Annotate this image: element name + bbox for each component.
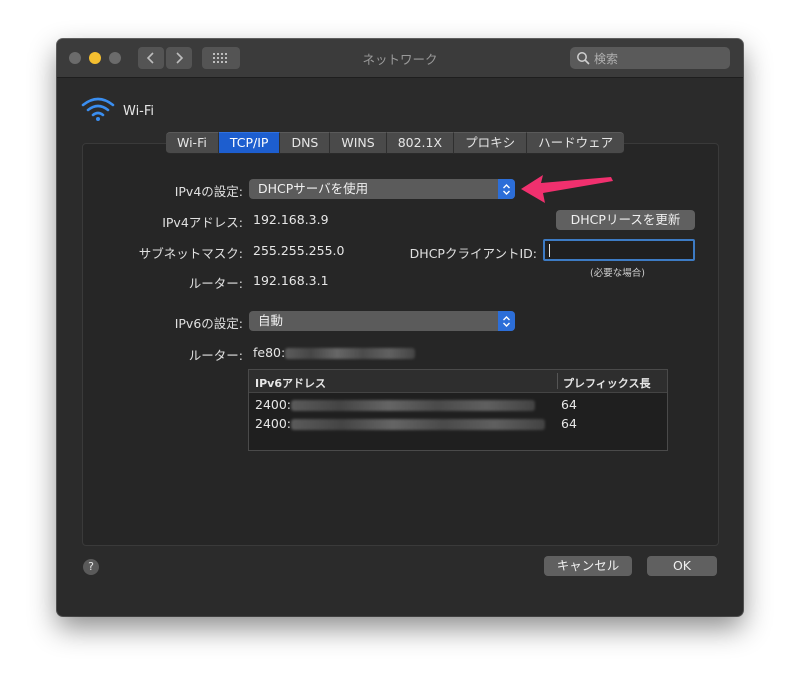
dhcp-client-id-field[interactable] xyxy=(543,239,695,261)
popup-arrows-icon xyxy=(498,311,515,331)
subnet-mask-label: サブネットマスク: xyxy=(138,246,243,261)
prefix-length-cell: 64 xyxy=(561,416,577,431)
redacted-ipv6-address xyxy=(291,400,535,411)
help-button[interactable]: ? xyxy=(83,559,99,575)
ipv6-address-cell: 2400: xyxy=(255,416,292,431)
ipv6-config-label: IPv6の設定: xyxy=(174,316,243,331)
redacted-router-address xyxy=(285,348,415,359)
ipv6-config-popup[interactable]: 自動 xyxy=(249,311,515,331)
table-row[interactable]: 2400: 64 xyxy=(249,396,667,414)
prefix-length-cell: 64 xyxy=(561,397,577,412)
text-cursor xyxy=(549,244,550,257)
title-bar: ネットワーク 検索 xyxy=(57,39,743,78)
ipv4-router-value: 192.168.3.1 xyxy=(253,273,329,288)
tab-dns[interactable]: DNS xyxy=(280,132,331,154)
ipv4-config-label: IPv4の設定: xyxy=(174,184,243,199)
ipv6-router-value: fe80: xyxy=(253,345,286,360)
table-row[interactable]: 2400: 64 xyxy=(249,415,667,433)
ipv4-router-label: ルーター: xyxy=(188,276,243,291)
network-preferences-window: ネットワーク 検索 Wi-Fi Wi-Fi TCP/IP DNS WINS 80… xyxy=(57,39,743,616)
ipv6-address-table: IPv6アドレス プレフィックス長 2400: 64 2400: 64 xyxy=(248,369,668,451)
redacted-ipv6-address xyxy=(291,419,545,430)
ipv4-address-value: 192.168.3.9 xyxy=(253,212,329,227)
search-field[interactable]: 検索 xyxy=(570,47,730,69)
tab-proxy[interactable]: プロキシ xyxy=(454,132,528,154)
tab-bar: Wi-Fi TCP/IP DNS WINS 802.1X プロキシ ハードウェア xyxy=(166,132,625,154)
column-header-ipv6-address[interactable]: IPv6アドレス xyxy=(255,375,326,391)
ipv4-config-popup[interactable]: DHCPサーバを使用 xyxy=(249,179,515,199)
subnet-mask-value: 255.255.255.0 xyxy=(253,243,345,258)
dhcp-client-id-label: DHCPクライアントID: xyxy=(409,246,537,261)
tab-hardware[interactable]: ハードウェア xyxy=(527,132,625,154)
search-placeholder: 検索 xyxy=(594,51,619,66)
ipv4-address-label: IPv4アドレス: xyxy=(162,215,243,230)
renew-dhcp-lease-button[interactable]: DHCPリースを更新 xyxy=(556,210,695,230)
interface-name: Wi-Fi xyxy=(123,104,155,119)
cancel-button[interactable]: キャンセル xyxy=(544,556,632,576)
popup-arrows-icon xyxy=(498,179,515,199)
tab-wins[interactable]: WINS xyxy=(330,132,387,154)
ipv6-address-cell: 2400: xyxy=(255,397,292,412)
ipv4-config-value: DHCPサーバを使用 xyxy=(258,181,369,196)
ok-button[interactable]: OK xyxy=(647,556,717,576)
ipv6-config-value: 自動 xyxy=(258,313,284,328)
tab-8021x[interactable]: 802.1X xyxy=(386,132,455,154)
ipv6-router-label: ルーター: xyxy=(188,348,243,363)
table-header: IPv6アドレス プレフィックス長 xyxy=(249,370,667,393)
client-id-hint: (必要な場合) xyxy=(590,268,645,279)
annotation-arrow-icon xyxy=(521,175,613,203)
column-divider xyxy=(557,373,558,389)
wifi-icon xyxy=(81,97,115,121)
tab-tcpip[interactable]: TCP/IP xyxy=(218,132,281,154)
search-icon xyxy=(577,52,590,65)
tab-wifi[interactable]: Wi-Fi xyxy=(166,132,219,154)
column-header-prefix-length[interactable]: プレフィックス長 xyxy=(563,375,650,391)
